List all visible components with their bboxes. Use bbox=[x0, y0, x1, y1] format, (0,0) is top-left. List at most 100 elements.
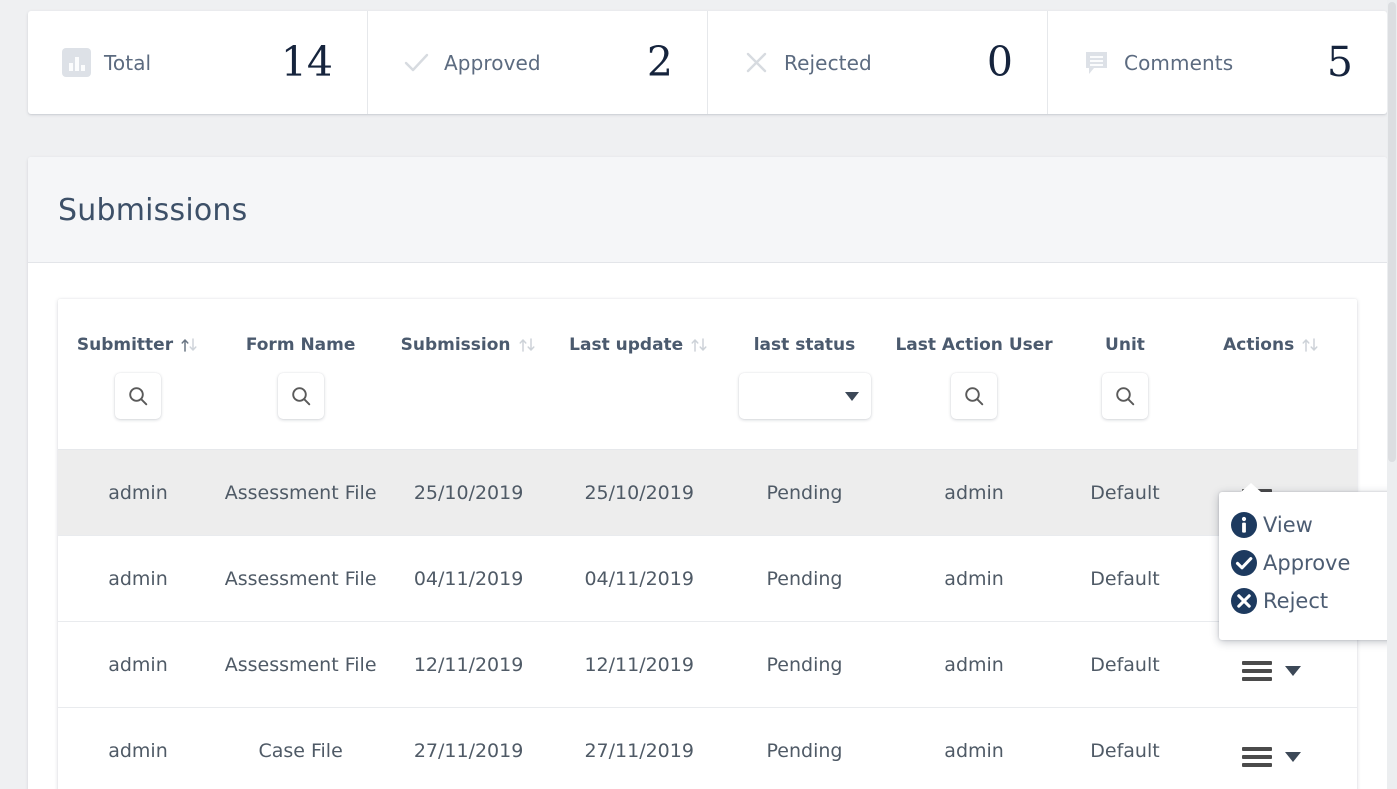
check-circle-icon bbox=[1229, 548, 1259, 578]
cell-unit: Default bbox=[1063, 707, 1187, 789]
col-header-last-update[interactable]: Last update bbox=[554, 299, 725, 367]
search-input-form-name[interactable] bbox=[277, 373, 324, 419]
table-row[interactable]: admin Assessment File 04/11/2019 04/11/2… bbox=[58, 535, 1357, 622]
filter-cell-last-update bbox=[553, 367, 725, 450]
stat-rejected-label: Rejected bbox=[784, 50, 872, 75]
row-actions-dropdown-menu: View Approve Reject bbox=[1219, 483, 1397, 640]
sort-arrows-icon[interactable] bbox=[690, 337, 709, 353]
search-icon bbox=[965, 387, 984, 406]
menu-item-approve[interactable]: Approve bbox=[1219, 544, 1397, 582]
page-scrollbar-thumb[interactable] bbox=[1388, 2, 1396, 462]
stat-total-value: 14 bbox=[280, 38, 333, 86]
col-label-form-name: Form Name bbox=[245, 335, 356, 355]
cell-form-name-link[interactable]: Assessment File bbox=[217, 449, 384, 536]
submissions-page: Total 14 Approved 2 Rejected 0 Comments … bbox=[0, 0, 1397, 789]
sort-arrows-icon[interactable] bbox=[1301, 337, 1320, 353]
cell-last-action-user: admin bbox=[884, 621, 1064, 708]
filter-cell-submission bbox=[383, 367, 554, 450]
cell-last-update: 12/11/2019 bbox=[553, 621, 725, 708]
filter-cell-unit bbox=[1063, 367, 1187, 450]
menu-item-approve-label: Approve bbox=[1263, 551, 1351, 575]
chevron-down-icon[interactable] bbox=[1285, 752, 1302, 762]
stat-approved-label: Approved bbox=[444, 50, 541, 75]
table-row[interactable]: admin Case File 27/11/2019 27/11/2019 Pe… bbox=[58, 707, 1357, 789]
info-circle-icon bbox=[1229, 510, 1259, 540]
filter-cell-last-status bbox=[724, 367, 885, 450]
table-row[interactable]: admin Assessment File 25/10/2019 25/10/2… bbox=[58, 449, 1357, 536]
filter-cell-actions bbox=[1186, 367, 1357, 450]
menu-item-reject[interactable]: Reject bbox=[1219, 582, 1397, 620]
col-label-actions: Actions bbox=[1223, 335, 1295, 355]
col-header-last-status[interactable]: last status bbox=[725, 299, 885, 367]
search-icon bbox=[291, 387, 310, 406]
cell-last-status: Pending bbox=[724, 707, 885, 789]
menu-item-view[interactable]: View bbox=[1219, 506, 1397, 544]
search-input-submitter[interactable] bbox=[114, 373, 161, 419]
stat-card-rejected: Rejected 0 bbox=[708, 11, 1048, 114]
check-icon bbox=[402, 48, 431, 77]
col-header-unit[interactable]: Unit bbox=[1064, 299, 1187, 367]
table-row[interactable]: admin Assessment File 12/11/2019 12/11/2… bbox=[58, 621, 1357, 708]
chevron-down-icon[interactable] bbox=[1285, 666, 1302, 676]
cell-submission: 27/11/2019 bbox=[383, 707, 554, 789]
cell-submitter: admin bbox=[58, 621, 218, 708]
status-filter-select[interactable] bbox=[738, 373, 871, 419]
cell-last-action-user: admin bbox=[884, 707, 1064, 789]
table-head: Submitter Form Name Submission Last upda… bbox=[58, 299, 1357, 450]
sort-arrows-icon[interactable] bbox=[518, 337, 537, 353]
col-label-last-update: Last update bbox=[569, 335, 684, 355]
stat-card-approved: Approved 2 bbox=[368, 11, 708, 114]
stat-comments-label: Comments bbox=[1124, 50, 1234, 75]
bar-chart-icon bbox=[62, 48, 91, 77]
filter-cell-last-action-user bbox=[884, 367, 1064, 450]
search-icon bbox=[1116, 387, 1135, 406]
col-header-submitter[interactable]: Submitter bbox=[58, 299, 218, 367]
stats-summary-strip: Total 14 Approved 2 Rejected 0 Comments … bbox=[28, 11, 1387, 114]
cell-last-update: 25/10/2019 bbox=[553, 449, 725, 536]
cell-submission: 04/11/2019 bbox=[383, 535, 554, 622]
row-actions-menu-icon[interactable] bbox=[1242, 747, 1273, 767]
col-header-last-action-user[interactable]: Last Action User bbox=[884, 299, 1063, 367]
panel-header: Submissions bbox=[28, 157, 1387, 263]
submissions-panel: Submissions Submitter Form Name Submissi… bbox=[28, 157, 1387, 789]
panel-body: Submitter Form Name Submission Last upda… bbox=[28, 263, 1387, 789]
cell-form-name-link[interactable]: Assessment File bbox=[217, 621, 384, 708]
col-header-submission[interactable]: Submission bbox=[383, 299, 554, 367]
cell-form-name-link[interactable]: Assessment File bbox=[217, 535, 384, 622]
stat-card-total: Total 14 bbox=[28, 11, 368, 114]
col-label-last-action-user: Last Action User bbox=[895, 335, 1053, 355]
cell-last-action-user: admin bbox=[884, 449, 1064, 536]
cell-submitter: admin bbox=[58, 707, 218, 789]
cell-submission: 12/11/2019 bbox=[383, 621, 554, 708]
filter-cell-submitter bbox=[58, 367, 218, 450]
cell-last-action-user: admin bbox=[884, 535, 1064, 622]
stat-rejected-value: 0 bbox=[986, 38, 1013, 86]
filter-cell-form-name bbox=[217, 367, 384, 450]
cell-last-status: Pending bbox=[724, 449, 885, 536]
row-actions-menu-icon[interactable] bbox=[1242, 661, 1273, 681]
cell-unit: Default bbox=[1063, 535, 1187, 622]
table-body: admin Assessment File 25/10/2019 25/10/2… bbox=[58, 449, 1357, 789]
cross-icon bbox=[742, 48, 771, 77]
chevron-down-icon bbox=[844, 391, 859, 401]
sort-arrows-icon[interactable] bbox=[180, 337, 199, 353]
col-label-submitter: Submitter bbox=[76, 335, 174, 355]
cell-unit: Default bbox=[1063, 449, 1187, 536]
submissions-table: Submitter Form Name Submission Last upda… bbox=[58, 299, 1357, 789]
page-title: Submissions bbox=[58, 193, 248, 228]
search-input-unit[interactable] bbox=[1101, 373, 1148, 419]
cell-unit: Default bbox=[1063, 621, 1187, 708]
cell-submitter: admin bbox=[58, 449, 218, 536]
stat-comments-value: 5 bbox=[1326, 38, 1353, 86]
col-header-form-name[interactable]: Form Name bbox=[218, 299, 383, 367]
cell-submitter: admin bbox=[58, 535, 218, 622]
menu-item-reject-label: Reject bbox=[1263, 589, 1329, 613]
search-input-last-action-user[interactable] bbox=[951, 373, 998, 419]
column-filter-row bbox=[58, 367, 1357, 450]
col-label-last-status: last status bbox=[753, 335, 856, 355]
cell-form-name-link[interactable]: Case File bbox=[217, 707, 384, 789]
stat-total-label: Total bbox=[104, 50, 152, 75]
cell-last-status: Pending bbox=[724, 535, 885, 622]
col-header-actions[interactable]: Actions bbox=[1186, 299, 1357, 367]
col-label-submission: Submission bbox=[400, 335, 511, 355]
